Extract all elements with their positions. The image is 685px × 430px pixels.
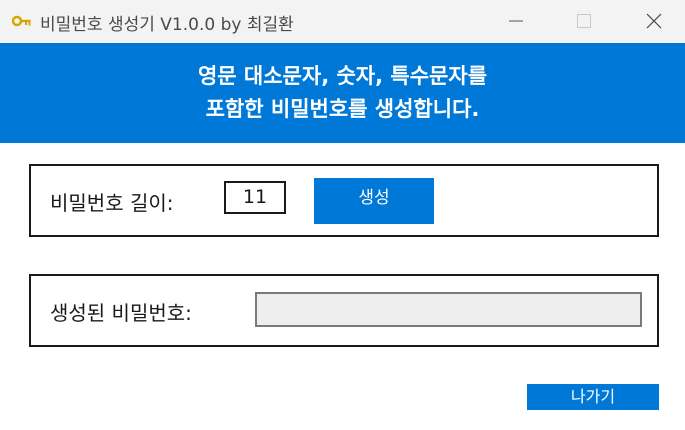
close-icon (646, 13, 662, 29)
exit-button[interactable]: 나가기 (527, 384, 659, 410)
banner-line-1: 영문 대소문자, 숫자, 특수문자를 (197, 64, 488, 88)
minimize-icon (509, 20, 523, 22)
password-length-group: 비밀번호 길이: 11 생성 (29, 164, 659, 237)
header-banner: 영문 대소문자, 숫자, 특수문자를 포함한 비밀번호를 생성합니다. (0, 43, 685, 143)
password-length-input[interactable]: 11 (224, 181, 286, 214)
window-title: 비밀번호 생성기 V1.0.0 by 최길환 (40, 15, 294, 35)
generate-button[interactable]: 생성 (314, 178, 434, 224)
title-bar[interactable]: 비밀번호 생성기 V1.0.0 by 최길환 (0, 0, 685, 43)
password-length-label: 비밀번호 길이: (50, 191, 174, 215)
generated-password-label: 생성된 비밀번호: (50, 301, 192, 325)
generated-password-field[interactable] (255, 292, 642, 327)
banner-line-2: 포함한 비밀번호를 생성합니다. (205, 97, 480, 121)
close-button[interactable] (631, 0, 677, 43)
generated-password-group: 생성된 비밀번호: (29, 274, 659, 347)
key-icon (11, 13, 32, 27)
maximize-icon (577, 14, 591, 28)
maximize-button[interactable] (561, 0, 607, 43)
minimize-button[interactable] (493, 0, 539, 43)
